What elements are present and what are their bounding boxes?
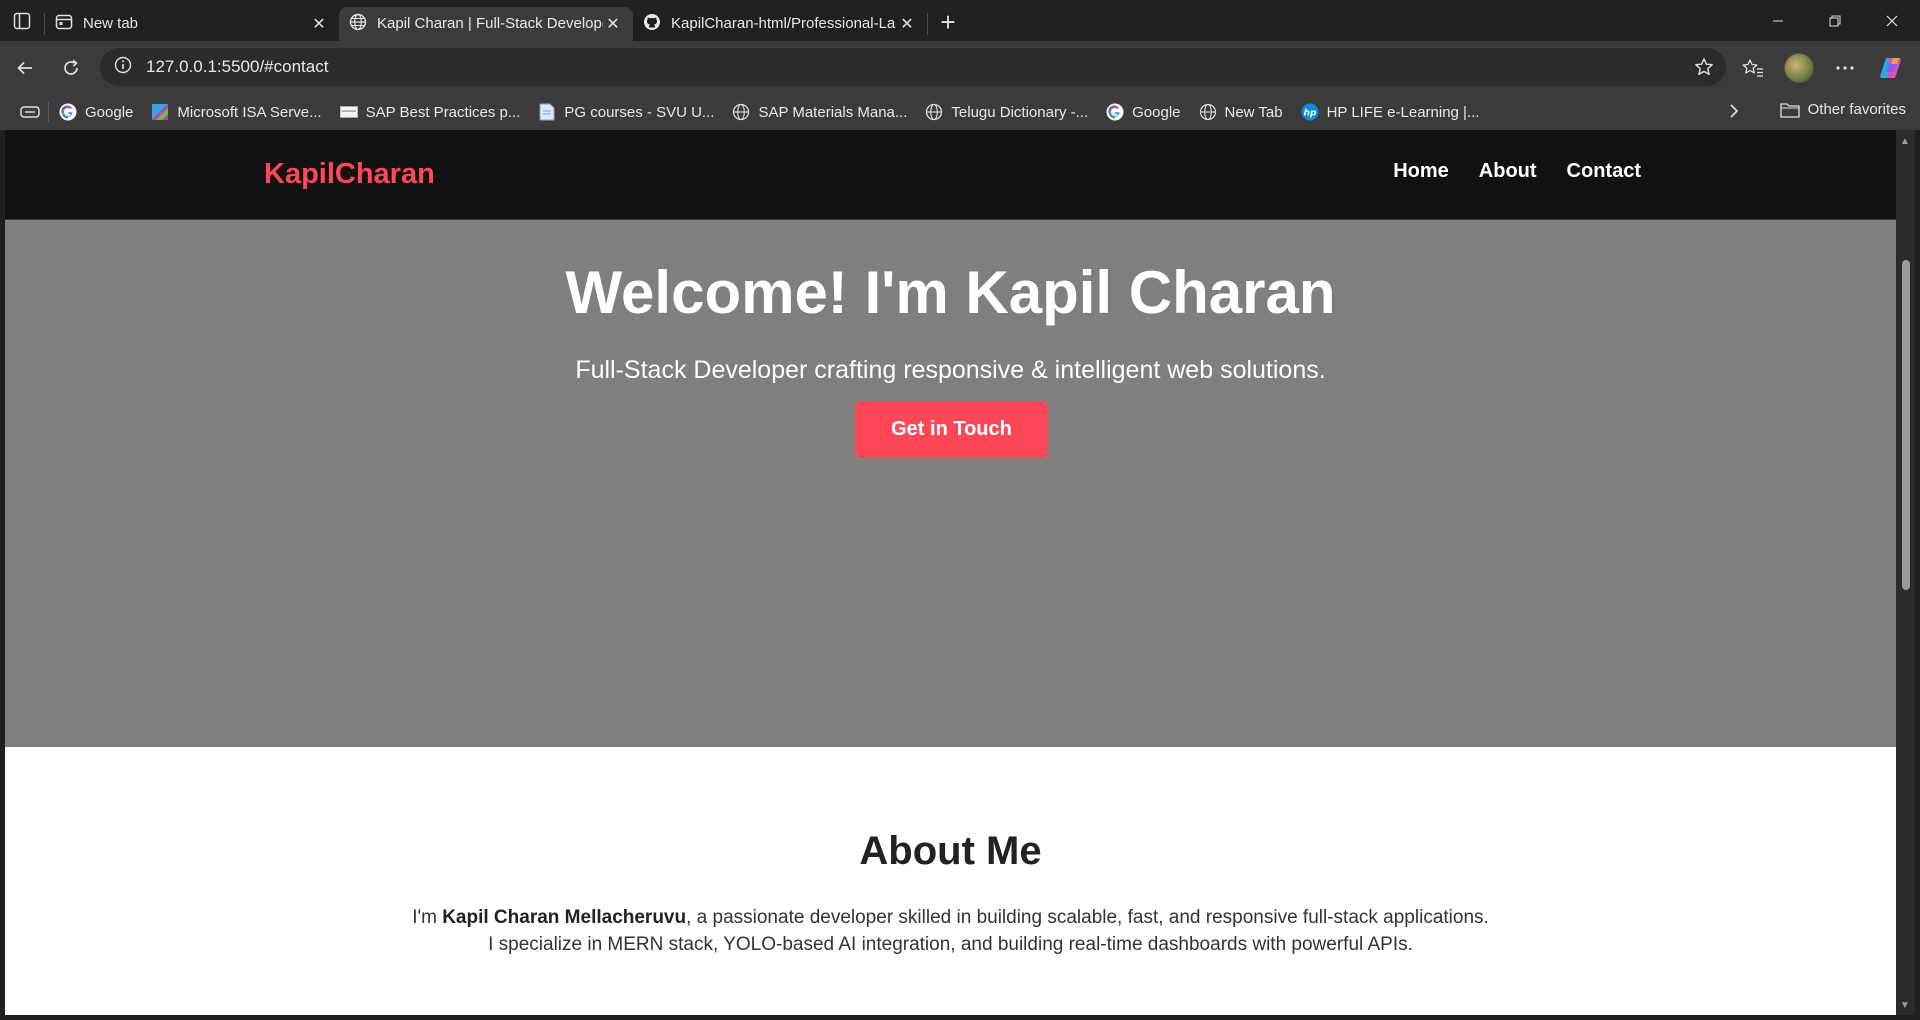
bookmark-label: HP LIFE e-Learning |...	[1326, 103, 1480, 121]
page-icon	[339, 103, 358, 121]
hero-section: Welcome! I'm Kapil Charan Full-Stack Dev…	[5, 220, 1896, 747]
nav-link-contact[interactable]: Contact	[1567, 160, 1641, 183]
window-controls	[1749, 0, 1920, 41]
new-tab-button[interactable]: +	[928, 6, 968, 40]
tab-title: KapilCharan-html/Professional-La	[671, 15, 896, 32]
tab-kapil-charan[interactable]: Kapil Charan | Full-Stack Developer ✕	[339, 6, 633, 41]
globe-icon	[925, 103, 943, 121]
bookmark-item[interactable]: New Tab	[1199, 103, 1283, 121]
close-icon[interactable]: ✕	[309, 14, 329, 34]
bookmark-item[interactable]: SAP Materials Mana...	[732, 103, 907, 121]
get-in-touch-button[interactable]: Get in Touch	[855, 401, 1048, 458]
svg-text:hp: hp	[1303, 109, 1316, 119]
bookmark-label: Google	[1132, 103, 1181, 121]
avatar	[1784, 52, 1814, 83]
reload-icon[interactable]	[48, 48, 94, 88]
site-navbar: KapilCharan Home About Contact	[5, 130, 1896, 220]
nav-links: Home About Contact	[1393, 160, 1641, 183]
bookmark-separator	[48, 102, 49, 122]
about-section: About Me I'm Kapil Charan Mellacheruvu, …	[5, 747, 1896, 1015]
nav-link-home[interactable]: Home	[1393, 160, 1449, 183]
tab-strip: New tab ✕ Kapil Charan | Full-Stack Deve…	[0, 0, 1920, 41]
minimize-icon[interactable]	[1749, 0, 1806, 41]
restore-icon[interactable]	[1806, 0, 1863, 41]
bookmarks-bar: Google Microsoft ISA Serve... SAP Best P…	[0, 94, 1920, 130]
close-icon[interactable]: ✕	[603, 14, 623, 34]
other-favorites-label: Other favorites	[1807, 101, 1906, 118]
bookmark-label: New Tab	[1224, 103, 1283, 121]
nav-link-about[interactable]: About	[1479, 160, 1537, 183]
google-icon	[1106, 103, 1124, 121]
tab-github[interactable]: KapilCharan-html/Professional-La ✕	[633, 7, 927, 41]
new-tab-page-icon	[55, 13, 73, 35]
google-icon	[59, 103, 77, 121]
folder-icon	[1779, 102, 1800, 118]
bookmark-label: PG courses - SVU U...	[564, 103, 715, 121]
hero-subtitle: Full-Stack Developer crafting responsive…	[575, 356, 1326, 384]
url-text[interactable]: 127.0.0.1:5500/#contact	[146, 57, 328, 77]
about-line2: I specialize in MERN stack, YOLO-based A…	[488, 934, 1413, 955]
reading-view-icon[interactable]	[20, 104, 40, 120]
scroll-thumb[interactable]	[1902, 260, 1910, 590]
bookmark-item[interactable]: Google	[1106, 103, 1181, 121]
back-arrow-icon[interactable]	[2, 48, 48, 88]
page-scrollbar[interactable]: ▲ ▼	[1896, 130, 1915, 1015]
about-heading: About Me	[859, 829, 1042, 873]
bookmark-item[interactable]: Telugu Dictionary -...	[925, 103, 1088, 121]
bookmark-item[interactable]: Microsoft ISA Serve...	[151, 103, 322, 121]
bookmark-item[interactable]: PG courses - SVU U...	[538, 103, 714, 121]
tab-title: Kapil Charan | Full-Stack Developer	[377, 15, 603, 32]
browser-toolbar: 127.0.0.1:5500/#contact	[0, 41, 1920, 94]
isa-icon	[151, 103, 169, 121]
bookmark-item[interactable]: SAP Best Practices p...	[339, 103, 521, 121]
tab-title: New tab	[83, 15, 139, 32]
site-logo[interactable]: KapilCharan	[264, 158, 435, 191]
info-icon[interactable]	[114, 56, 132, 79]
about-line1-suffix: , a passionate developer skilled in buil…	[686, 907, 1489, 928]
globe-icon	[349, 13, 367, 35]
chevron-right-icon[interactable]	[1728, 102, 1740, 124]
scroll-up-icon[interactable]: ▲	[1900, 136, 1910, 147]
profile-avatar[interactable]	[1776, 48, 1822, 88]
hero-title: Welcome! I'm Kapil Charan	[565, 259, 1336, 326]
hp-icon: hp	[1301, 103, 1319, 121]
globe-icon	[732, 103, 750, 121]
tab-actions-button[interactable]	[0, 0, 44, 41]
bookmark-label: SAP Materials Mana...	[758, 103, 908, 121]
page-viewport: KapilCharan Home About Contact Welcome! …	[5, 130, 1896, 1015]
bookmark-label: Google	[85, 103, 134, 121]
close-icon[interactable]: ✕	[897, 14, 917, 34]
bookmark-item[interactable]: Google	[59, 103, 133, 121]
globe-icon	[1199, 103, 1217, 121]
toolbar-right	[1730, 41, 1920, 94]
address-bar[interactable]: 127.0.0.1:5500/#contact	[100, 48, 1726, 86]
github-icon	[643, 13, 661, 35]
bookmark-item[interactable]: hp HP LIFE e-Learning |...	[1301, 103, 1480, 121]
tab-new-tab[interactable]: New tab ✕	[45, 7, 339, 41]
sidebar-icon	[13, 12, 31, 29]
copilot-icon[interactable]	[1868, 48, 1914, 88]
about-paragraph: I'm Kapil Charan Mellacheruvu, a passion…	[5, 904, 1896, 958]
favorites-icon[interactable]	[1730, 48, 1776, 88]
close-window-icon[interactable]	[1863, 0, 1920, 41]
other-favorites[interactable]: Other favorites	[1779, 101, 1906, 118]
scroll-down-icon[interactable]: ▼	[1900, 1000, 1910, 1011]
star-icon[interactable]	[1694, 57, 1714, 82]
about-line1-prefix: I'm	[412, 907, 443, 928]
bookmark-label: Telugu Dictionary -...	[951, 103, 1089, 121]
bookmark-label: Microsoft ISA Serve...	[177, 103, 322, 121]
bookmark-label: SAP Best Practices p...	[365, 103, 521, 121]
doc-icon	[538, 103, 556, 121]
about-name: Kapil Charan Mellacheruvu	[442, 907, 687, 928]
more-menu-icon[interactable]	[1822, 48, 1868, 88]
